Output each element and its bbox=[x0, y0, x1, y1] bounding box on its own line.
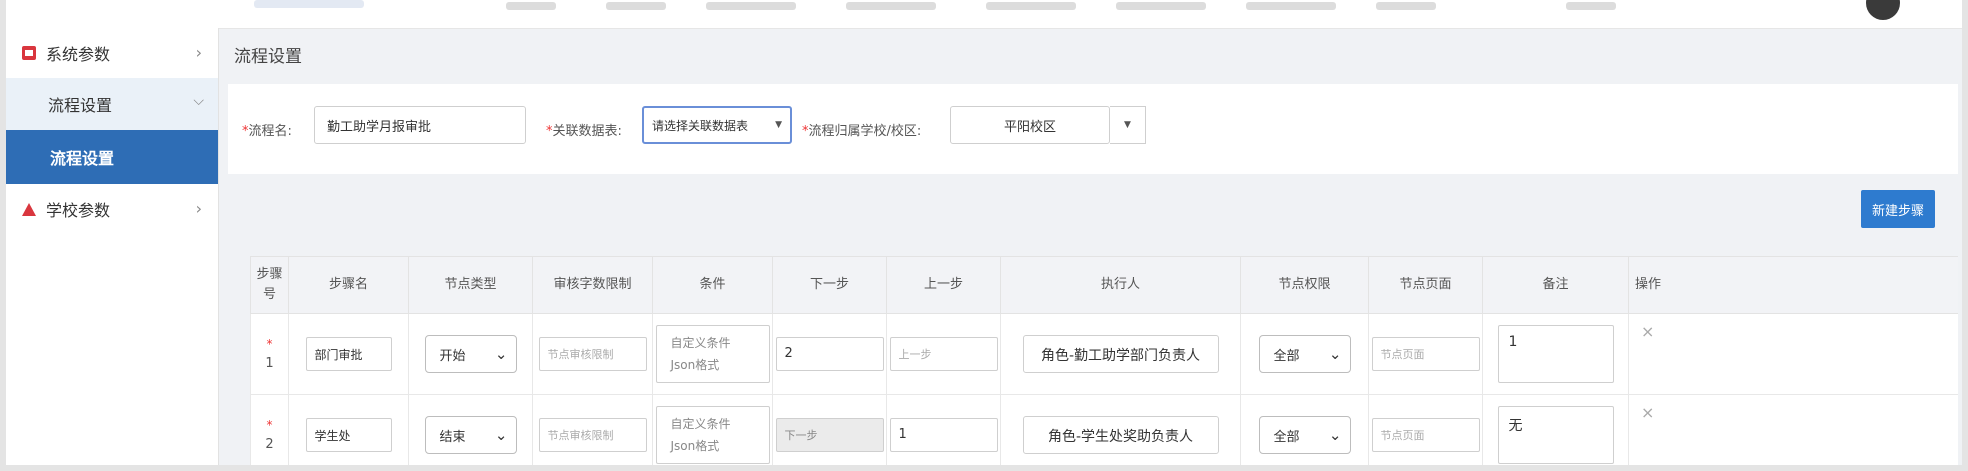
caret-down-icon: ▼ bbox=[775, 120, 782, 130]
permission-select[interactable]: 全部 ⌄ bbox=[1258, 335, 1351, 373]
prev-step-input[interactable]: 1 bbox=[889, 418, 998, 452]
campus-label: *流程归属学校/校区: bbox=[802, 124, 922, 139]
top-tab-blurred[interactable] bbox=[254, 0, 364, 8]
campus-select[interactable]: 平阳校区 bbox=[950, 106, 1110, 144]
sidebar-item-label: 学校参数 bbox=[46, 201, 111, 220]
col-header-node-type: 节点类型 bbox=[408, 256, 533, 314]
table-header-row: 步骤号 步骤名 节点类型 审核字数限制 条件 下一步 上一步 执行人 节点权限 … bbox=[250, 256, 1958, 314]
chevron-down-icon: ⌄ bbox=[1328, 426, 1342, 444]
chevron-down-icon: ⌄ bbox=[494, 345, 508, 363]
step-name-input[interactable]: 学生处 bbox=[305, 418, 392, 452]
delete-row-icon[interactable]: × bbox=[1628, 313, 1958, 395]
col-header-step-name: 步骤名 bbox=[288, 256, 409, 314]
sidebar-item-label: 流程设置 bbox=[48, 96, 113, 115]
prev-step-input[interactable]: 上一步 bbox=[889, 337, 998, 371]
col-header-condition: 条件 bbox=[652, 256, 773, 314]
top-nav-blurred[interactable] bbox=[1116, 2, 1206, 10]
col-header-note: 备注 bbox=[1482, 256, 1629, 314]
top-nav-blurred[interactable] bbox=[506, 2, 556, 10]
top-bar bbox=[6, 0, 1962, 29]
top-nav-blurred[interactable] bbox=[846, 2, 936, 10]
review-limit-input[interactable]: 节点审核限制 bbox=[538, 418, 647, 452]
note-textarea[interactable]: 1 bbox=[1497, 325, 1614, 383]
delete-row-icon[interactable]: × bbox=[1628, 394, 1958, 465]
chevron-down-icon: ⌄ bbox=[494, 426, 508, 444]
chevron-right-icon: › bbox=[195, 199, 202, 218]
node-page-input[interactable]: 节点页面 bbox=[1371, 337, 1480, 371]
condition-textarea[interactable]: 自定义条件Json格式 bbox=[655, 325, 770, 383]
flow-name-input[interactable]: 勤工助学月报审批 bbox=[314, 106, 526, 144]
col-header-action: 操作 bbox=[1628, 256, 1958, 314]
chevron-right-icon: › bbox=[195, 43, 202, 62]
next-step-input[interactable]: 2 bbox=[775, 337, 884, 371]
col-header-permission: 节点权限 bbox=[1240, 256, 1369, 314]
next-step-input-disabled: 下一步 bbox=[775, 418, 884, 452]
sidebar-item-label: 系统参数 bbox=[46, 45, 111, 64]
new-step-button[interactable]: 新建步骤 bbox=[1861, 190, 1935, 228]
main-content: 流程设置 *流程名: 勤工助学月报审批 *关联数据表: 请选择关联数据表 ▼ *… bbox=[218, 28, 1962, 465]
sidebar-item-school-params[interactable]: 学校参数 › bbox=[6, 184, 218, 234]
flow-name-label: *流程名: bbox=[242, 124, 292, 139]
table-row: * 2 学生处 结束 ⌄ 节点审核限制 自定义条件Json格式 下一步 1 角色-学… bbox=[250, 394, 1958, 465]
top-search-blurred[interactable] bbox=[1566, 2, 1616, 10]
related-table-label: *关联数据表: bbox=[546, 124, 622, 139]
col-header-executor: 执行人 bbox=[1000, 256, 1241, 314]
col-header-step-no: 步骤号 bbox=[250, 256, 289, 314]
permission-select[interactable]: 全部 ⌄ bbox=[1258, 416, 1351, 454]
node-page-input[interactable]: 节点页面 bbox=[1371, 418, 1480, 452]
settings-red-icon bbox=[22, 46, 36, 60]
node-type-select[interactable]: 开始 ⌄ bbox=[424, 335, 517, 373]
review-limit-input[interactable]: 节点审核限制 bbox=[538, 337, 647, 371]
step-name-input[interactable]: 部门审批 bbox=[305, 337, 392, 371]
flow-form: *流程名: 勤工助学月报审批 *关联数据表: 请选择关联数据表 ▼ *流程归属学… bbox=[228, 84, 1958, 174]
campus-dropdown-button[interactable]: ▼ bbox=[1110, 106, 1146, 144]
condition-textarea[interactable]: 自定义条件Json格式 bbox=[655, 406, 770, 464]
sidebar-item-system-params[interactable]: 系统参数 › bbox=[6, 28, 218, 78]
avatar[interactable] bbox=[1866, 0, 1900, 20]
col-header-next: 下一步 bbox=[772, 256, 887, 314]
executor-field[interactable]: 角色-勤工助学部门负责人 bbox=[1022, 335, 1219, 373]
table-row: * 1 部门审批 开始 ⌄ 节点审核限制 自定义条件Json格式 2 上一步 角色-… bbox=[250, 313, 1958, 395]
sidebar-item-label: 流程设置 bbox=[50, 149, 115, 168]
top-nav-blurred[interactable] bbox=[1376, 2, 1436, 10]
page-title: 流程设置 bbox=[234, 47, 302, 67]
step-no-cell: * 1 bbox=[250, 313, 289, 395]
top-nav-blurred[interactable] bbox=[606, 2, 666, 10]
top-nav-blurred[interactable] bbox=[986, 2, 1076, 10]
sidebar: 系统参数 › 流程设置 ⌵ 流程设置 学校参数 › bbox=[6, 28, 219, 465]
note-textarea[interactable]: 无 bbox=[1497, 406, 1614, 464]
app-frame: 系统参数 › 流程设置 ⌵ 流程设置 学校参数 › 流程设置 *流程名: 勤工助… bbox=[6, 0, 1962, 465]
col-header-review-limit: 审核字数限制 bbox=[532, 256, 653, 314]
col-header-prev: 上一步 bbox=[886, 256, 1001, 314]
executor-field[interactable]: 角色-学生处奖助负责人 bbox=[1022, 416, 1219, 454]
col-header-node-page: 节点页面 bbox=[1368, 256, 1483, 314]
sidebar-item-flow-settings[interactable]: 流程设置 bbox=[6, 130, 218, 184]
sidebar-group-flow-settings[interactable]: 流程设置 ⌵ bbox=[6, 78, 218, 130]
steps-table: 步骤号 步骤名 节点类型 审核字数限制 条件 下一步 上一步 执行人 节点权限 … bbox=[250, 256, 1958, 465]
top-nav-blurred[interactable] bbox=[1246, 2, 1336, 10]
chevron-down-icon: ⌄ bbox=[1328, 345, 1342, 363]
related-table-select[interactable]: 请选择关联数据表 ▼ bbox=[642, 106, 792, 144]
warning-triangle-icon bbox=[22, 202, 36, 216]
top-nav-blurred[interactable] bbox=[706, 2, 796, 10]
node-type-select[interactable]: 结束 ⌄ bbox=[424, 416, 517, 454]
step-no-cell: * 2 bbox=[250, 394, 289, 465]
chevron-down-icon: ⌵ bbox=[193, 93, 204, 109]
